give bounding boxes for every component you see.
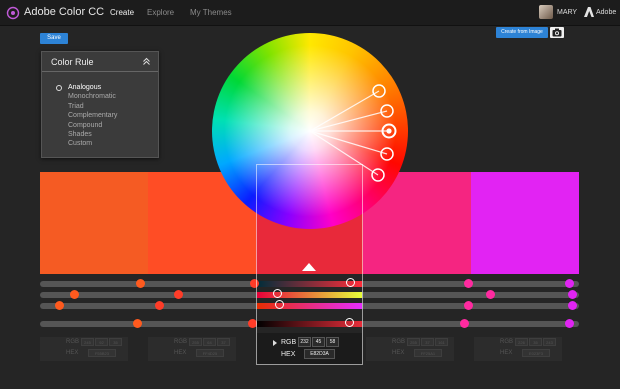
slider-handle[interactable] — [250, 279, 259, 288]
hex-value-field[interactable]: FF25A1 — [414, 349, 442, 357]
blue-value-field[interactable]: 58 — [326, 337, 339, 347]
save-button[interactable]: Save — [40, 33, 68, 44]
color-rule-label: Custom — [68, 140, 93, 148]
hex-value-field[interactable]: E82D3A — [304, 349, 335, 359]
hex-value-field[interactable]: FF4D25 — [196, 349, 224, 357]
blue-value-field[interactable]: 161 — [435, 338, 448, 346]
swatch-1[interactable] — [40, 172, 148, 274]
hex-label: HEX — [392, 350, 405, 356]
radio-icon[interactable] — [56, 84, 62, 91]
color-rule-compound[interactable]: Compound — [56, 121, 117, 130]
slider-handle[interactable] — [565, 319, 574, 328]
rgb-label: RGB — [392, 339, 406, 345]
camera-icon — [552, 28, 562, 37]
red-value-field[interactable]: 245 — [81, 338, 94, 346]
red-value-field[interactable]: 255 — [189, 338, 202, 346]
color-rule-label: Complementary — [68, 112, 118, 120]
color-rule-label: Monochromatic — [68, 93, 116, 101]
camera-button[interactable] — [550, 27, 564, 38]
tab-explore[interactable]: Explore — [147, 8, 174, 17]
color-mode-arrow-icon[interactable] — [273, 340, 277, 346]
slider-handle[interactable] — [155, 301, 164, 310]
hex-label: HEX — [174, 350, 187, 356]
adobe-color-logo-icon — [6, 6, 20, 20]
color-rule-complementary[interactable]: Complementary — [56, 111, 117, 120]
swatch-4-values: RGB 255 37 161 HEX FF25A1 — [366, 337, 454, 361]
color-rule-label: Triad — [68, 102, 84, 110]
red-value-field[interactable]: 255 — [407, 338, 420, 346]
active-swatch-values: RGB 232 45 58 HEX E82D3A — [257, 333, 362, 364]
color-rule-analogous[interactable]: Analogous — [56, 83, 117, 92]
blue-value-field[interactable]: 35 — [109, 338, 122, 346]
slider-handle[interactable] — [133, 319, 142, 328]
slider-handle[interactable] — [464, 279, 473, 288]
adobe-logo-icon — [584, 7, 594, 17]
swatch-5-values: RGB 226 35 243 HEX E023F3 — [474, 337, 562, 361]
slider-handle[interactable] — [568, 301, 577, 310]
slider-handle[interactable] — [273, 289, 282, 298]
user-name[interactable]: MARY — [557, 9, 577, 16]
color-rule-list: Analogous Monochromatic Triad Complement… — [56, 83, 117, 149]
app-title: Adobe Color CC — [24, 6, 105, 18]
color-rule-label: Compound — [68, 121, 103, 129]
slider-handle[interactable] — [55, 301, 64, 310]
top-bar: Adobe Color CC Create Explore My Themes … — [0, 0, 620, 26]
slider-handle[interactable] — [486, 290, 495, 299]
rgb-label: RGB — [281, 339, 297, 346]
color-rule-shades[interactable]: Shades — [56, 130, 117, 139]
active-swatch-pointer — [302, 263, 316, 271]
active-slider-blue[interactable] — [257, 303, 362, 309]
slider-handle[interactable] — [345, 318, 354, 327]
rgb-label: RGB — [174, 339, 188, 345]
slider-handle[interactable] — [565, 279, 574, 288]
rgb-label: RGB — [66, 339, 80, 345]
avatar[interactable] — [539, 5, 553, 19]
color-rule-monochromatic[interactable]: Monochromatic — [56, 92, 117, 101]
color-rule-label: Shades — [68, 131, 92, 139]
hex-label: HEX — [500, 350, 513, 356]
tab-create[interactable]: Create — [110, 8, 134, 17]
color-rule-label: Analogous — [68, 84, 102, 91]
color-rule-custom[interactable]: Custom — [56, 139, 117, 148]
hex-label: HEX — [281, 351, 296, 358]
slider-handle[interactable] — [136, 279, 145, 288]
hex-value-field[interactable]: E023F3 — [522, 349, 550, 357]
slider-handle[interactable] — [460, 319, 469, 328]
slider-handle[interactable] — [275, 300, 284, 309]
chevron-up-icon[interactable] — [142, 57, 151, 66]
green-value-field[interactable]: 37 — [421, 338, 434, 346]
color-rule-title: Color Rule — [51, 57, 94, 67]
rgb-label: RGB — [500, 339, 514, 345]
blue-value-field[interactable]: 37 — [217, 338, 230, 346]
slider-handle[interactable] — [464, 301, 473, 310]
slider-handle[interactable] — [568, 290, 577, 299]
color-rule-triad[interactable]: Triad — [56, 102, 117, 111]
slider-handle[interactable] — [174, 290, 183, 299]
color-rule-panel: Color Rule Analogous Monochromatic Triad… — [41, 51, 159, 158]
adobe-label: Adobe — [596, 9, 617, 16]
green-value-field[interactable]: 64 — [203, 338, 216, 346]
wheel-handle-3-center — [386, 128, 392, 134]
swatch-5[interactable] — [471, 172, 579, 274]
hex-value-field[interactable]: F55B23 — [88, 349, 116, 357]
color-wheel-handles — [309, 84, 397, 182]
swatch-1-values: RGB 245 92 35 HEX F55B23 — [40, 337, 128, 361]
green-value-field[interactable]: 45 — [312, 337, 325, 347]
color-wheel[interactable] — [212, 33, 408, 229]
slider-handle[interactable] — [70, 290, 79, 299]
slider-handle[interactable] — [248, 319, 257, 328]
create-from-image-button[interactable]: Create from Image — [496, 27, 548, 38]
blue-value-field[interactable]: 243 — [543, 338, 556, 346]
green-value-field[interactable]: 92 — [95, 338, 108, 346]
hex-label: HEX — [66, 350, 79, 356]
red-value-field[interactable]: 226 — [515, 338, 528, 346]
tab-my-themes[interactable]: My Themes — [190, 8, 232, 17]
color-rule-header[interactable]: Color Rule — [42, 52, 158, 72]
red-value-field[interactable]: 232 — [298, 337, 311, 347]
swatch-2-values: RGB 255 64 37 HEX FF4D25 — [148, 337, 236, 361]
slider-handle[interactable] — [346, 278, 355, 287]
green-value-field[interactable]: 35 — [529, 338, 542, 346]
